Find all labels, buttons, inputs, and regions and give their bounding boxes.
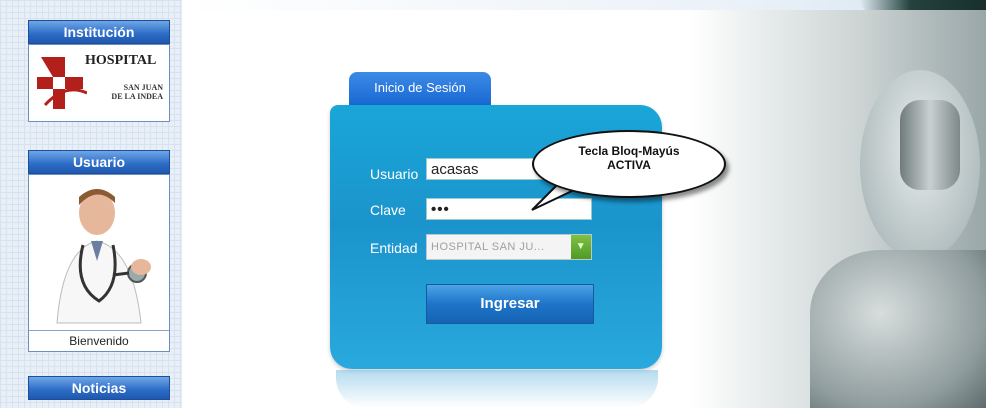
hospital-logo-sub1: SAN JUAN xyxy=(123,83,163,92)
hospital-logo-icon xyxy=(37,57,87,109)
caps-warning-line1: Tecla Bloq-Mayús xyxy=(578,144,680,158)
caps-lock-warning: Tecla Bloq-Mayús ACTIVA xyxy=(532,130,726,198)
welcome-text: Bienvenido xyxy=(29,330,169,351)
hospital-logo-box: HOSPITAL SAN JUAN DE LA INDEA xyxy=(28,44,170,122)
entidad-label: Entidad xyxy=(370,240,418,256)
hospital-logo-sub2: DE LA INDEA xyxy=(111,92,163,101)
microscope-image xyxy=(900,100,960,190)
lab-photo-hands xyxy=(810,250,986,408)
institucion-header: Institución xyxy=(28,20,170,44)
entidad-selected-value: HOSPITAL SAN JU... xyxy=(431,241,545,253)
noticias-header[interactable]: Noticias xyxy=(28,376,170,400)
hospital-logo-title: HOSPITAL xyxy=(85,53,157,68)
caps-warning-line2: ACTIVA xyxy=(607,158,651,172)
login-tab[interactable]: Inicio de Sesión xyxy=(349,72,491,108)
entidad-select[interactable]: HOSPITAL SAN JU... ▼ xyxy=(426,234,592,260)
hospital-logo-subtitle: SAN JUAN DE LA INDEA xyxy=(99,83,163,101)
dropdown-arrow-icon[interactable]: ▼ xyxy=(571,235,591,259)
clave-label: Clave xyxy=(370,202,406,218)
ingresar-button[interactable]: Ingresar xyxy=(426,284,594,324)
user-box: Bienvenido xyxy=(28,174,170,352)
usuario-label: Usuario xyxy=(370,166,419,182)
card-reflection xyxy=(336,370,658,408)
user-photo-icon xyxy=(56,189,151,324)
usuario-header: Usuario xyxy=(28,150,170,174)
